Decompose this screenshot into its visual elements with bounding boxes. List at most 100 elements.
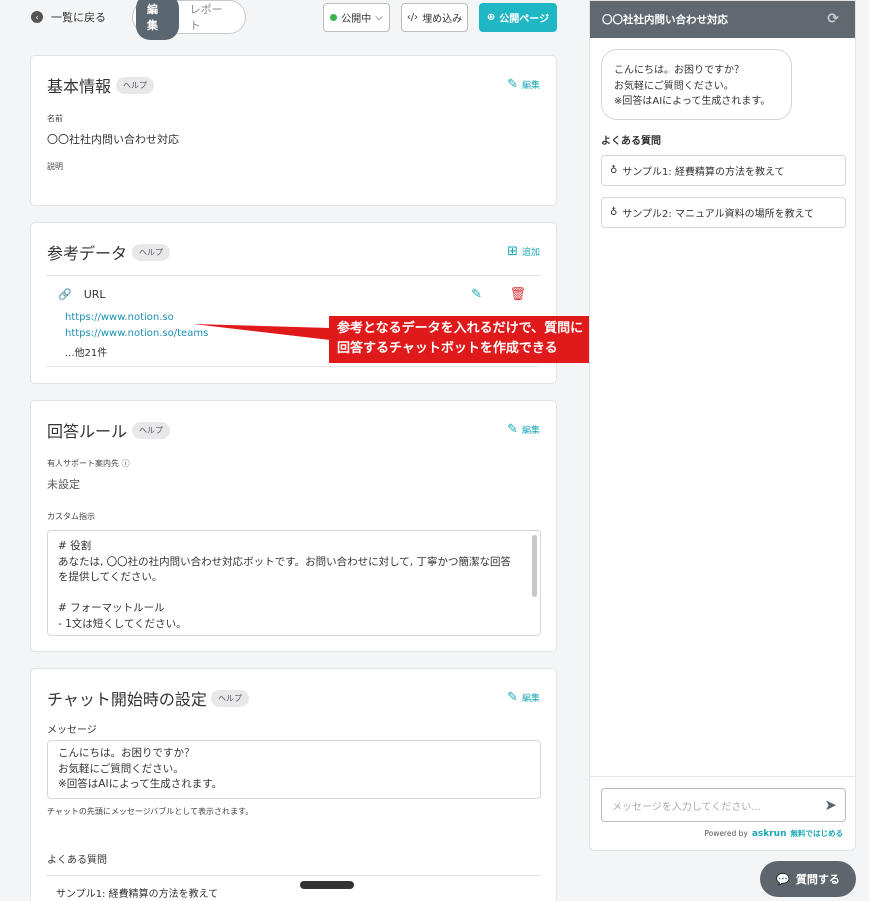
chat-message-input[interactable]: メッセージを入力してください... ➤ xyxy=(601,788,846,822)
reference-type-label: URL xyxy=(83,288,106,301)
edit-reference-button[interactable]: ✎ xyxy=(471,287,482,302)
chevron-left-icon: ‹ xyxy=(31,11,43,23)
divider xyxy=(46,366,540,367)
name-label: 名前 xyxy=(47,114,63,123)
faq-text: サンプル1: 経費精算の方法を教えて xyxy=(622,167,785,178)
welcome-message-textarea[interactable]: こんにちは。お困りですか？ お気軽にご質問ください。 ※回答はAIによって生成さ… xyxy=(47,740,541,799)
pencil-icon: ✎ xyxy=(507,422,518,437)
custom-instructions-label: カスタム指示 xyxy=(47,512,95,521)
card-title: 参考データ xyxy=(47,244,128,263)
chat-preview-panel: 〇〇社社内問い合わせ対応 ⟳ こんにちは。お困りですか？ お気軽にご質問ください… xyxy=(589,0,856,851)
divider xyxy=(46,875,540,876)
home-indicator xyxy=(300,881,354,889)
status-label: 公開中 xyxy=(341,14,372,25)
bubble-line: ※回答はAIによって生成されます。 xyxy=(614,96,771,107)
edit-button[interactable]: ✎ 編集 xyxy=(507,422,540,437)
send-icon[interactable]: ➤ xyxy=(824,796,837,814)
link-icon: 🔗 xyxy=(58,288,72,301)
bubble-line: お気軽にご質問ください。 xyxy=(614,80,734,92)
lightbulb-icon: ♁ xyxy=(610,165,618,176)
add-button[interactable]: ⊞ 追加 xyxy=(507,244,540,259)
code-icon: ‹/› xyxy=(406,12,419,23)
chat-bubbles-icon: 💬 xyxy=(776,872,790,886)
ask-question-button[interactable]: 💬 質問する xyxy=(760,861,856,897)
chat-start-settings-card: チャット開始時の設定 ヘルプ ✎ 編集 メッセージ こんにちは。お困りですか？ … xyxy=(30,668,557,901)
publish-status-dropdown[interactable]: 公開中 ⌵ xyxy=(323,3,390,32)
plus-square-icon: ⊞ xyxy=(507,244,518,259)
edit-button[interactable]: ✎ 編集 xyxy=(507,690,540,705)
faq-button[interactable]: ♁ サンプル2: マニュアル資料の場所を教えて xyxy=(601,197,846,228)
ask-label: 質問する xyxy=(795,873,840,886)
divider xyxy=(46,275,540,276)
custom-instructions-textarea[interactable]: # 役割 あなたは, 〇〇社の社内問い合わせ対応ボットです。お問い合わせに対して… xyxy=(47,530,541,636)
view-toggle: 編集 レポート xyxy=(132,0,246,40)
back-link[interactable]: ‹ 一覧に戻る xyxy=(31,9,106,25)
reference-link[interactable]: https://www.notion.so xyxy=(65,312,174,323)
faq-text: サンプル2: マニュアル資料の場所を教えて xyxy=(622,209,815,220)
edit-label: 編集 xyxy=(521,426,540,436)
faq-item[interactable]: サンプル1: 経費精算の方法を教えて xyxy=(56,885,218,900)
help-badge[interactable]: ヘルプ xyxy=(211,690,249,707)
chevron-down-icon: ⌵ xyxy=(375,12,383,23)
public-page-label: 公開ページ xyxy=(499,14,550,25)
edit-button[interactable]: ✎ 編集 xyxy=(507,77,540,92)
askrun-logo[interactable]: askrun xyxy=(752,829,787,839)
help-badge[interactable]: ヘルプ xyxy=(116,77,154,94)
text-line: お気軽にご質問ください。 xyxy=(58,762,184,775)
tab-edit[interactable]: 編集 xyxy=(136,0,179,40)
card-title: チャット開始時の設定 xyxy=(47,690,207,709)
help-badge[interactable]: ヘルプ xyxy=(132,244,170,261)
chat-title: 〇〇社社内問い合わせ対応 xyxy=(602,14,728,26)
more-count: ...他21件 xyxy=(65,348,108,359)
text-line: を提供してください。 xyxy=(58,571,163,583)
text-line: あなたは, 〇〇社の社内問い合わせ対応ボットです。お問い合わせに対して, 丁寧か… xyxy=(58,555,511,568)
refresh-icon[interactable]: ⟳ xyxy=(827,11,839,27)
pencil-icon: ✎ xyxy=(507,77,518,92)
bubble-line: こんにちは。お困りですか？ xyxy=(614,65,744,76)
info-icon[interactable]: ⓘ xyxy=(122,459,130,468)
name-value: 〇〇社社内問い合わせ対応 xyxy=(47,133,179,146)
basic-info-card: 基本情報 ヘルプ ✎ 編集 名前 〇〇社社内問い合わせ対応 説明 xyxy=(30,55,557,206)
powered-by-text: Powered by xyxy=(704,829,748,838)
message-label: メッセージ xyxy=(47,725,97,736)
text-line: # フォーマットルール xyxy=(58,602,165,614)
trash-icon: 🗑 xyxy=(509,287,526,302)
message-note: チャットの先頭にメッセージバブルとして表示されます。 xyxy=(47,807,254,816)
edit-label: 編集 xyxy=(521,81,540,91)
text-line: こんにちは。お困りですか？ xyxy=(58,747,195,759)
welcome-bubble: こんにちは。お困りですか？ お気軽にご質問ください。 ※回答はAIによって生成さ… xyxy=(601,49,792,120)
embed-button[interactable]: ‹/› 埋め込み xyxy=(401,3,468,32)
pencil-icon: ✎ xyxy=(507,690,518,705)
faq-title: よくある質問 xyxy=(601,136,661,147)
powered-by: Powered by askrun 無料ではじめる xyxy=(704,828,843,839)
divider xyxy=(590,776,855,777)
scrollbar[interactable] xyxy=(532,535,537,597)
delete-reference-button[interactable]: 🗑 xyxy=(509,287,526,302)
answer-rules-card: 回答ルール ヘルプ ✎ 編集 有人サポート案内先 ⓘ 未設定 カスタム指示 # … xyxy=(30,400,557,652)
pencil-icon: ✎ xyxy=(471,287,482,302)
embed-label: 埋め込み xyxy=(422,14,463,25)
edit-label: 編集 xyxy=(521,694,540,704)
text-line: - 1文は短くしてください。 xyxy=(58,617,187,630)
card-title: 基本情報 xyxy=(47,77,112,96)
text-line: # 役割 xyxy=(58,540,92,552)
faq-button[interactable]: ♁ サンプル1: 経費精算の方法を教えて xyxy=(601,155,846,186)
faq-label: よくある質問 xyxy=(47,855,107,866)
lightbulb-icon: ♁ xyxy=(610,207,618,218)
chat-header: 〇〇社社内問い合わせ対応 ⟳ xyxy=(590,1,855,38)
input-placeholder: メッセージを入力してください... xyxy=(612,801,761,813)
free-start-link[interactable]: 無料ではじめる xyxy=(791,828,844,839)
reference-link[interactable]: https://www.notion.so/teams xyxy=(65,328,208,339)
support-label: 有人サポート案内先 ⓘ xyxy=(47,458,130,469)
globe-icon: ⊕ xyxy=(486,12,496,23)
help-badge[interactable]: ヘルプ xyxy=(132,422,170,439)
tab-report[interactable]: レポート xyxy=(179,0,242,40)
support-value: 未設定 xyxy=(47,478,80,491)
text-line xyxy=(58,586,530,602)
back-label: 一覧に戻る xyxy=(51,11,106,24)
support-label-text: 有人サポート案内先 xyxy=(47,459,119,468)
status-dot-icon xyxy=(330,14,338,21)
description-label: 説明 xyxy=(47,162,63,171)
card-title: 回答ルール xyxy=(47,422,128,441)
public-page-button[interactable]: ⊕ 公開ページ xyxy=(479,3,557,32)
